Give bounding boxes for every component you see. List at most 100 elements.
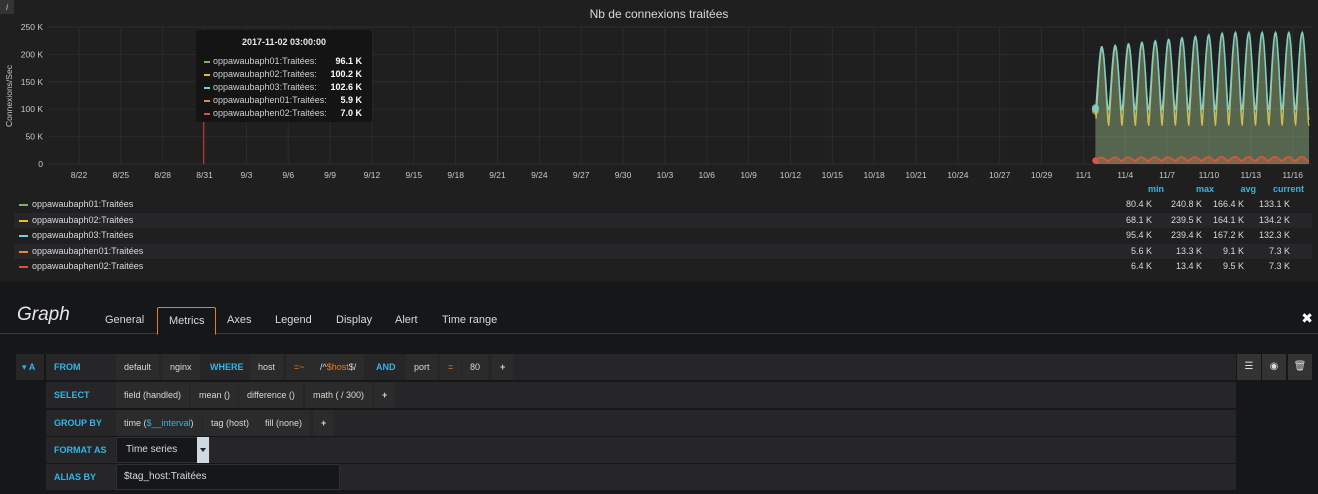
- tooltip-swatch: [204, 74, 210, 76]
- tooltip-swatch: [204, 100, 210, 102]
- legend-header-min[interactable]: min: [1116, 184, 1164, 194]
- legend-value-avg: 167.2 K: [1212, 230, 1244, 241]
- legend-series-name[interactable]: oppawaubaphen01:Traitées: [32, 246, 143, 256]
- retention-policy[interactable]: default: [116, 354, 160, 380]
- tooltip-series-value: 7.0 K: [340, 108, 362, 118]
- select-mean[interactable]: mean (): [191, 382, 239, 408]
- x-tick-label: 9/21: [489, 170, 506, 180]
- editor-header: Graph General Metrics Axes Legend Display Ale…: [0, 300, 1318, 335]
- format-as-select[interactable]: Time series: [116, 437, 210, 463]
- legend-header-current[interactable]: current: [1254, 184, 1304, 194]
- where-value-var: $host: [326, 362, 349, 372]
- and-keyword: AND: [368, 354, 404, 380]
- alias-by-input[interactable]: $tag_host:Traitées: [116, 464, 340, 490]
- menu-icon[interactable]: ☰: [1237, 354, 1261, 380]
- tooltip-swatch: [204, 87, 210, 89]
- measurement[interactable]: nginx: [162, 354, 200, 380]
- group-by-tag[interactable]: tag (host): [203, 410, 258, 436]
- legend-value-min: 68.1 K: [1125, 214, 1152, 225]
- legend-value-avg: 9.5 K: [1222, 261, 1244, 272]
- legend-value-min: 95.4 K: [1125, 230, 1152, 241]
- legend-series-name[interactable]: oppawaubaph01:Traitées: [32, 199, 133, 209]
- legend-value-current: 7.3 K: [1268, 261, 1290, 272]
- x-tick-label: 9/27: [573, 170, 590, 180]
- tooltip-series-value: 100.2 K: [330, 69, 362, 79]
- close-icon[interactable]: ✖: [1301, 310, 1313, 327]
- legend-value-min: 5.6 K: [1130, 245, 1152, 256]
- legend-item[interactable]: oppawaubaph03:Traitées 95.4 K 239.4 K 167.2…: [14, 228, 1312, 243]
- legend-item[interactable]: oppawaubaph02:Traitées 68.1 K 239.5 K 164.1…: [14, 212, 1312, 228]
- x-tick-label: 9/15: [406, 170, 423, 180]
- tab-general[interactable]: General: [94, 307, 155, 334]
- legend-header-max[interactable]: max: [1166, 184, 1214, 194]
- legend-swatch[interactable]: [19, 204, 28, 206]
- legend-value-current: 134.2 K: [1258, 214, 1290, 225]
- tab-metrics[interactable]: Metrics: [157, 307, 217, 335]
- tooltip-swatch: [204, 61, 210, 63]
- where-value-host[interactable]: /^$host$/: [312, 354, 365, 380]
- y-tick-label: 50 K: [26, 132, 44, 142]
- legend-swatch[interactable]: [19, 235, 28, 238]
- tab-alert[interactable]: Alert: [384, 307, 429, 334]
- x-tick-label: 10/18: [864, 170, 886, 180]
- legend-swatch[interactable]: [19, 250, 28, 253]
- trash-icon[interactable]: 🗑: [1288, 354, 1312, 380]
- query-ref-letter[interactable]: ▾ A: [16, 354, 44, 380]
- legend-series-name[interactable]: oppawaubaphen02:Traitées: [32, 261, 143, 271]
- legend-header-avg[interactable]: avg: [1208, 184, 1256, 194]
- where-operator-regex[interactable]: =~: [286, 354, 313, 380]
- x-tick-label: 10/29: [1031, 170, 1053, 180]
- legend-value-current: 7.3 K: [1268, 245, 1290, 256]
- x-tick-label: 11/10: [1199, 170, 1220, 180]
- tab-display[interactable]: Display: [325, 307, 383, 334]
- tooltip-row: oppawaubaph02:Traitées: 100.2 K: [204, 69, 366, 81]
- add-group-by-button[interactable]: +: [313, 410, 335, 436]
- y-tick-label: 250 K: [21, 22, 44, 32]
- tooltip-series-name: oppawaubaph02:Traitées:: [213, 69, 317, 79]
- x-tick-label: 10/9: [740, 170, 757, 180]
- where-value-post: $/: [348, 362, 357, 372]
- legend-series-name[interactable]: oppawaubaph03:Traitées: [32, 230, 133, 240]
- x-tick-label: 10/24: [947, 170, 969, 180]
- legend-value-min: 6.4 K: [1130, 261, 1152, 272]
- legend-series-name[interactable]: oppawaubaph02:Traitées: [32, 215, 133, 225]
- add-where-button[interactable]: +: [492, 354, 514, 380]
- select-keyword: SELECT: [46, 382, 114, 408]
- tooltip-time: 2017-11-02 03:00:00: [241, 37, 327, 47]
- group-by-time[interactable]: time ($__interval): [116, 410, 202, 436]
- tooltip-row: oppawaubaphen01:Traitées: 5.9 K: [204, 95, 366, 107]
- select-math[interactable]: math ( / 300): [305, 382, 373, 408]
- tooltip-series-name: oppawaubaphen02:Traitées:: [213, 108, 327, 118]
- select-field[interactable]: field (handled): [116, 382, 190, 408]
- legend-swatch[interactable]: [19, 266, 28, 269]
- x-tick-label: 9/6: [282, 170, 294, 180]
- y-tick-label: 200 K: [21, 49, 44, 59]
- where-tag-host[interactable]: host: [250, 354, 284, 380]
- where-tag-port[interactable]: port: [406, 354, 438, 380]
- tab-time-range[interactable]: Time range: [431, 307, 508, 334]
- select-difference[interactable]: difference (): [239, 382, 303, 408]
- y-tick-label: 0: [38, 159, 43, 169]
- add-select-button[interactable]: +: [374, 382, 396, 408]
- legend-swatch[interactable]: [19, 219, 28, 222]
- y-tick-label: 100 K: [21, 104, 44, 114]
- legend-value-current: 133.1 K: [1258, 199, 1290, 209]
- tooltip-series-value: 96.1 K: [335, 56, 362, 66]
- tab-axes[interactable]: Axes: [216, 307, 262, 334]
- x-tick-label: 11/13: [1240, 170, 1261, 180]
- where-keyword: WHERE: [202, 354, 252, 380]
- group-by-fill[interactable]: fill (none): [257, 410, 311, 436]
- where-value-port[interactable]: 80: [462, 354, 489, 380]
- group-by-time-post: ): [190, 418, 194, 428]
- legend-item[interactable]: oppawaubaphen01:Traitées 5.6 K 13.3 K 9.1 K…: [14, 243, 1312, 259]
- group-by-time-pre: time (: [124, 418, 147, 428]
- eye-icon[interactable]: ◉: [1262, 354, 1286, 380]
- series-start-point: [1091, 104, 1099, 112]
- legend-item[interactable]: oppawaubaph01:Traitées 80.4 K 240.8 K 166.4…: [14, 197, 1312, 212]
- series-start-point: [1092, 157, 1099, 164]
- where-operator-eq[interactable]: =: [440, 354, 462, 380]
- x-tick-label: 11/7: [1159, 170, 1175, 180]
- tab-legend[interactable]: Legend: [264, 307, 323, 334]
- chevron-down-icon[interactable]: [197, 437, 209, 463]
- legend-item[interactable]: oppawaubaphen02:Traitées 6.4 K 13.4 K 9.5 K…: [14, 259, 1312, 274]
